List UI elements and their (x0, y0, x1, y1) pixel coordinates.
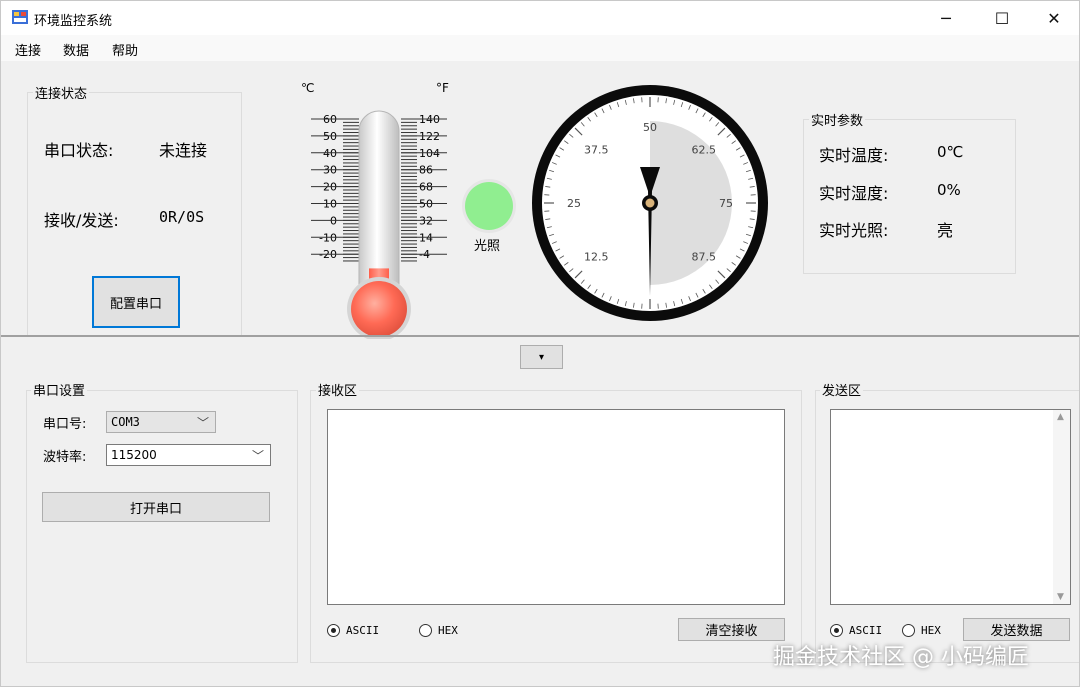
gauge-label: 62.5 (691, 143, 716, 156)
send-data-button[interactable]: 发送数据 (963, 618, 1070, 641)
gauge-label: 50 (643, 121, 657, 134)
send-ascii-radio[interactable] (830, 624, 843, 637)
chevron-down-icon: ﹀ (251, 449, 264, 463)
receive-hex-radio[interactable] (419, 624, 432, 637)
connection-status-title: 连接状态 (33, 83, 90, 102)
realtime-temp-label: 实时温度: (819, 146, 889, 165)
thermometer-bulb (351, 281, 407, 337)
receive-textarea[interactable] (327, 409, 785, 605)
rxtx-label: 接收/发送: (44, 211, 119, 230)
realtime-light-value: 亮 (937, 221, 954, 240)
port-select[interactable]: COM3 ﹀ (106, 411, 216, 433)
celsius-unit: ℃ (301, 81, 314, 95)
rxtx-value: 0R/0S (159, 208, 205, 226)
minimize-icon: ─ (941, 8, 951, 28)
send-textarea[interactable]: ▲ ▼ (830, 409, 1071, 605)
fahrenheit-unit: °F (436, 81, 449, 95)
close-icon: ✕ (1047, 8, 1061, 28)
watermark: 掘金技术社区 @ 小码编匠 (773, 645, 1029, 670)
send-scrollbar[interactable]: ▲ ▼ (1053, 410, 1070, 604)
light-indicator (462, 179, 516, 233)
send-hex-radio[interactable] (902, 624, 915, 637)
receive-ascii-label: ASCII (346, 624, 380, 637)
receive-hex-label: HEX (438, 624, 458, 637)
maximize-button[interactable]: ☐ (979, 1, 1025, 35)
config-port-button[interactable]: 配置串口 (92, 276, 180, 328)
menu-help[interactable]: 帮助 (112, 40, 138, 59)
minimize-button[interactable]: ─ (923, 1, 969, 35)
title-bar: 环境监控系统 ─ ☐ ✕ (1, 1, 1079, 35)
gauge-label: 37.5 (584, 143, 609, 156)
panel-separator (1, 335, 1079, 337)
scroll-down-icon[interactable]: ▼ (1057, 592, 1064, 602)
port-status-value: 未连接 (159, 141, 208, 160)
send-title: 发送区 (820, 380, 864, 399)
port-status-label: 串口状态: (44, 141, 114, 160)
realtime-humidity-value: 0% (937, 181, 961, 199)
chevron-down-icon: ▾ (538, 351, 545, 363)
fahrenheit-tick-label: -4 (419, 248, 430, 261)
window-title: 环境监控系统 (34, 14, 113, 29)
collapse-button[interactable]: ▾ (520, 345, 563, 369)
celsius-tick-label: -20 (319, 248, 337, 261)
realtime-light-label: 实时光照: (819, 221, 889, 240)
menu-connect[interactable]: 连接 (15, 40, 41, 59)
light-indicator-label: 光照 (474, 239, 501, 254)
celsius-tick-label: 20 (323, 181, 337, 194)
realtime-temp-value: 0℃ (937, 143, 964, 161)
port-label: 串口号: (43, 417, 87, 432)
send-hex-label: HEX (921, 624, 941, 637)
menu-bar: 连接 数据 帮助 (1, 35, 1079, 61)
gauge-label: 75 (719, 197, 733, 210)
baud-label: 波特率: (43, 450, 87, 465)
realtime-title: 实时参数 (809, 110, 866, 129)
gauge: 12.5 25 37.5 50 62.5 75 87.5 (532, 85, 768, 321)
port-select-value: COM3 (111, 415, 140, 429)
chevron-down-icon: ﹀ (196, 416, 209, 430)
baud-select-value: 115200 (111, 448, 157, 462)
gauge-label: 87.5 (691, 251, 716, 264)
maximize-icon: ☐ (994, 8, 1010, 28)
close-button[interactable]: ✕ (1031, 1, 1077, 35)
realtime-humidity-label: 实时湿度: (819, 184, 889, 203)
serial-settings-title: 串口设置 (31, 380, 88, 399)
gauge-label: 12.5 (584, 251, 609, 264)
app-icon (12, 10, 28, 24)
receive-title: 接收区 (316, 380, 360, 399)
scroll-up-icon[interactable]: ▲ (1057, 412, 1064, 422)
thermometer: ℃ °F 601405012240104308620681050032-1014… (301, 81, 449, 339)
clear-receive-button[interactable]: 清空接收 (678, 618, 785, 641)
gauge-label: 25 (567, 197, 581, 210)
receive-ascii-radio[interactable] (327, 624, 340, 637)
open-port-button[interactable]: 打开串口 (42, 492, 270, 522)
fahrenheit-tick-label: 68 (419, 181, 433, 194)
send-ascii-label: ASCII (849, 624, 883, 637)
menu-data[interactable]: 数据 (63, 40, 89, 59)
app-window: 环境监控系统 ─ ☐ ✕ 连接 数据 帮助 连接状态 串口状态: 未连接 接收/… (0, 0, 1080, 687)
baud-select[interactable]: 115200 ﹀ (106, 444, 271, 466)
